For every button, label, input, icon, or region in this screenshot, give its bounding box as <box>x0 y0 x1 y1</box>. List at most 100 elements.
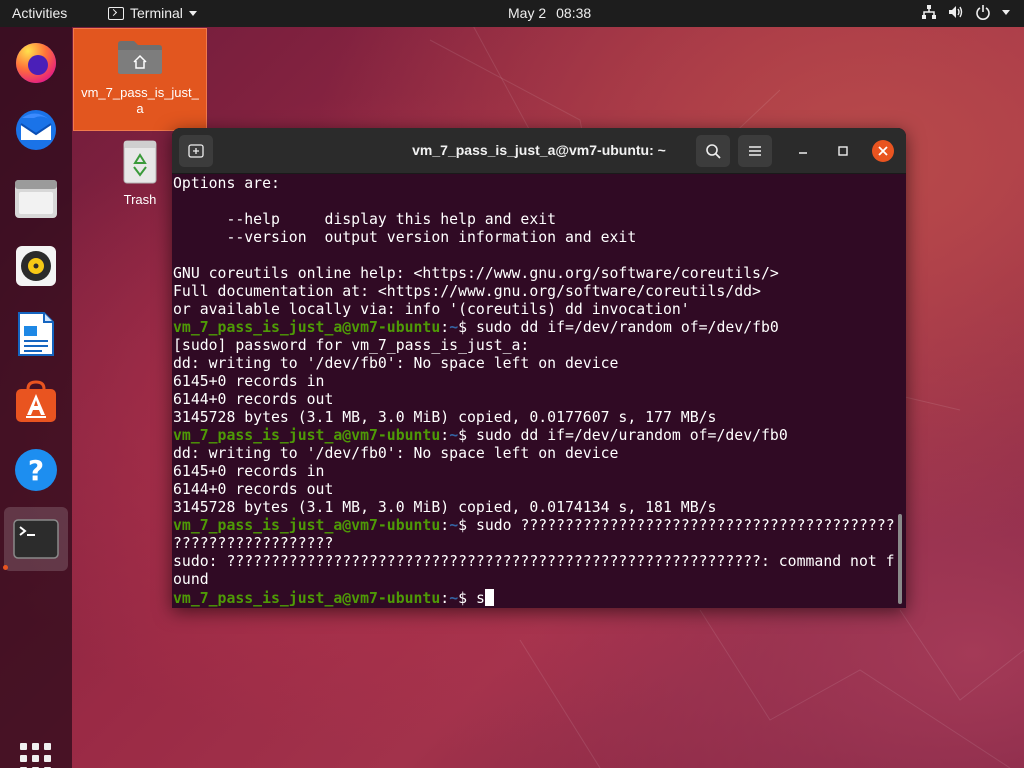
maximize-button[interactable] <box>832 140 854 162</box>
activities-button[interactable]: Activities <box>12 5 67 21</box>
prompt-user: vm_7_pass_is_just_a@vm7-ubuntu <box>173 517 441 534</box>
terminal-output-line: Full documentation at: <https://www.gnu.… <box>173 283 897 301</box>
prompt-path: ~ <box>449 590 459 607</box>
clock-time: 08:38 <box>556 5 592 21</box>
terminal-output-line: sudo: ??????????????????????????????????… <box>173 553 897 571</box>
output-text: GNU coreutils online help: <https://www.… <box>173 265 779 282</box>
terminal-prompt-line: vm_7_pass_is_just_a@vm7-ubuntu:~$ sudo d… <box>173 427 897 445</box>
firefox-icon[interactable] <box>9 35 63 89</box>
prompt-separator: : <box>440 590 450 607</box>
terminal-output-line: 3145728 bytes (3.1 MB, 3.0 MiB) copied, … <box>173 409 897 427</box>
prompt-user: vm_7_pass_is_just_a@vm7-ubuntu <box>173 427 441 444</box>
prompt-path: ~ <box>449 517 459 534</box>
terminal-output-line: ound <box>173 571 897 589</box>
trash-label: Trash <box>123 192 157 207</box>
output-text: or available locally via: info '(coreuti… <box>173 301 690 318</box>
output-text: 3145728 bytes (3.1 MB, 3.0 MiB) copied, … <box>173 409 717 426</box>
trash-icon[interactable]: Trash <box>100 140 180 208</box>
files-icon[interactable] <box>9 171 63 225</box>
terminal-output-line: 6144+0 records out <box>173 481 897 499</box>
output-text: dd: writing to '/dev/fb0': No space left… <box>173 445 619 462</box>
recycle-bin-icon <box>123 140 157 184</box>
output-text: dd: writing to '/dev/fb0': No space left… <box>173 355 619 372</box>
command-text: sudo dd if=/dev/urandom of=/dev/fb0 <box>475 427 788 444</box>
output-text: 3145728 bytes (3.1 MB, 3.0 MiB) copied, … <box>173 499 717 516</box>
prompt-symbol: $ <box>458 427 476 444</box>
terminal-prompt-line: vm_7_pass_is_just_a@vm7-ubuntu:~$ sudo d… <box>173 319 897 337</box>
terminal-output-line: 6145+0 records in <box>173 463 897 481</box>
prompt-user: vm_7_pass_is_just_a@vm7-ubuntu <box>173 319 441 336</box>
folder-icon <box>118 41 162 74</box>
running-indicator <box>3 565 8 570</box>
text-cursor <box>484 589 494 606</box>
terminal-output-line: [sudo] password for vm_7_pass_is_just_a: <box>173 337 897 355</box>
show-applications-icon[interactable] <box>20 743 52 768</box>
output-text: Full documentation at: <https://www.gnu.… <box>173 283 761 300</box>
output-text: 6144+0 records out <box>173 481 334 498</box>
output-text: 6145+0 records in <box>173 373 325 390</box>
power-icon[interactable] <box>975 4 991 20</box>
app-menu-label: Terminal <box>130 5 183 21</box>
terminal-output[interactable]: Options are: --help display this help an… <box>173 175 897 608</box>
scrollbar[interactable] <box>898 514 902 604</box>
terminal-output-line: Options are: <box>173 175 897 193</box>
minimize-icon <box>799 152 807 154</box>
output-text: ?????????????????? <box>173 535 334 552</box>
output-text: 6145+0 records in <box>173 463 325 480</box>
terminal-output-line: or available locally via: info '(coreuti… <box>173 301 897 319</box>
hamburger-icon <box>749 146 761 156</box>
output-text: sudo: ??????????????????????????????????… <box>173 553 895 570</box>
software-icon[interactable] <box>9 375 63 429</box>
terminal-headerbar[interactable]: vm_7_pass_is_just_a@vm7-ubuntu: ~ <box>172 128 906 174</box>
terminal-prompt-line: vm_7_pass_is_just_a@vm7-ubuntu:~$ s <box>173 589 897 607</box>
command-text: s <box>475 590 485 607</box>
prompt-symbol: $ <box>458 517 476 534</box>
output-text: 6144+0 records out <box>173 391 334 408</box>
prompt-path: ~ <box>449 427 459 444</box>
terminal-output-line: dd: writing to '/dev/fb0': No space left… <box>173 445 897 463</box>
prompt-separator: : <box>440 427 450 444</box>
output-text: Options are: <box>173 175 280 192</box>
terminal-output-line: 6145+0 records in <box>173 373 897 391</box>
terminal-output-line: --help display this help and exit <box>173 211 897 229</box>
output-text: --version output version information and… <box>173 229 637 246</box>
command-text: sudo ???????????????????????????????????… <box>475 517 895 534</box>
terminal-app-icon <box>108 6 124 20</box>
command-text: sudo dd if=/dev/random of=/dev/fb0 <box>475 319 779 336</box>
svg-text:?: ? <box>28 454 44 487</box>
rhythmbox-icon[interactable] <box>9 239 63 293</box>
help-icon[interactable]: ? <box>9 443 63 497</box>
terminal-output-line: 6144+0 records out <box>173 391 897 409</box>
output-text: ound <box>173 571 209 588</box>
thunderbird-icon[interactable] <box>9 103 63 157</box>
search-icon <box>706 144 721 159</box>
app-menu[interactable]: Terminal <box>108 5 197 21</box>
terminal-output-line: --version output version information and… <box>173 229 897 247</box>
chevron-down-icon[interactable] <box>1002 9 1010 15</box>
network-icon[interactable] <box>921 4 937 20</box>
prompt-separator: : <box>440 319 450 336</box>
caret-down-icon <box>188 10 197 16</box>
dock: ? <box>0 27 72 768</box>
top-bar: Activities Terminal May 2 08:38 <box>0 0 1024 27</box>
search-button[interactable] <box>696 135 730 167</box>
clock[interactable]: May 2 08:38 <box>508 5 591 21</box>
terminal-window[interactable]: vm_7_pass_is_just_a@vm7-ubuntu: ~ Option… <box>172 128 906 608</box>
clock-date: May 2 <box>508 5 547 21</box>
maximize-icon <box>838 146 848 156</box>
system-tray[interactable] <box>921 4 1010 20</box>
terminal-prompt-line: vm_7_pass_is_just_a@vm7-ubuntu:~$ sudo ?… <box>173 517 897 535</box>
close-icon <box>878 146 888 156</box>
terminal-output-line: dd: writing to '/dev/fb0': No space left… <box>173 355 897 373</box>
terminal-icon[interactable] <box>4 507 68 571</box>
prompt-path: ~ <box>449 319 459 336</box>
home-folder-label: vm_7_pass_is_just_a <box>81 85 199 116</box>
writer-icon[interactable] <box>9 307 63 361</box>
minimize-button[interactable] <box>792 140 814 162</box>
close-button[interactable] <box>872 140 894 162</box>
output-text: --help display this help and exit <box>173 211 557 228</box>
volume-icon[interactable] <box>948 4 964 20</box>
menu-button[interactable] <box>738 135 772 167</box>
home-folder-icon[interactable]: vm_7_pass_is_just_a <box>73 28 207 131</box>
